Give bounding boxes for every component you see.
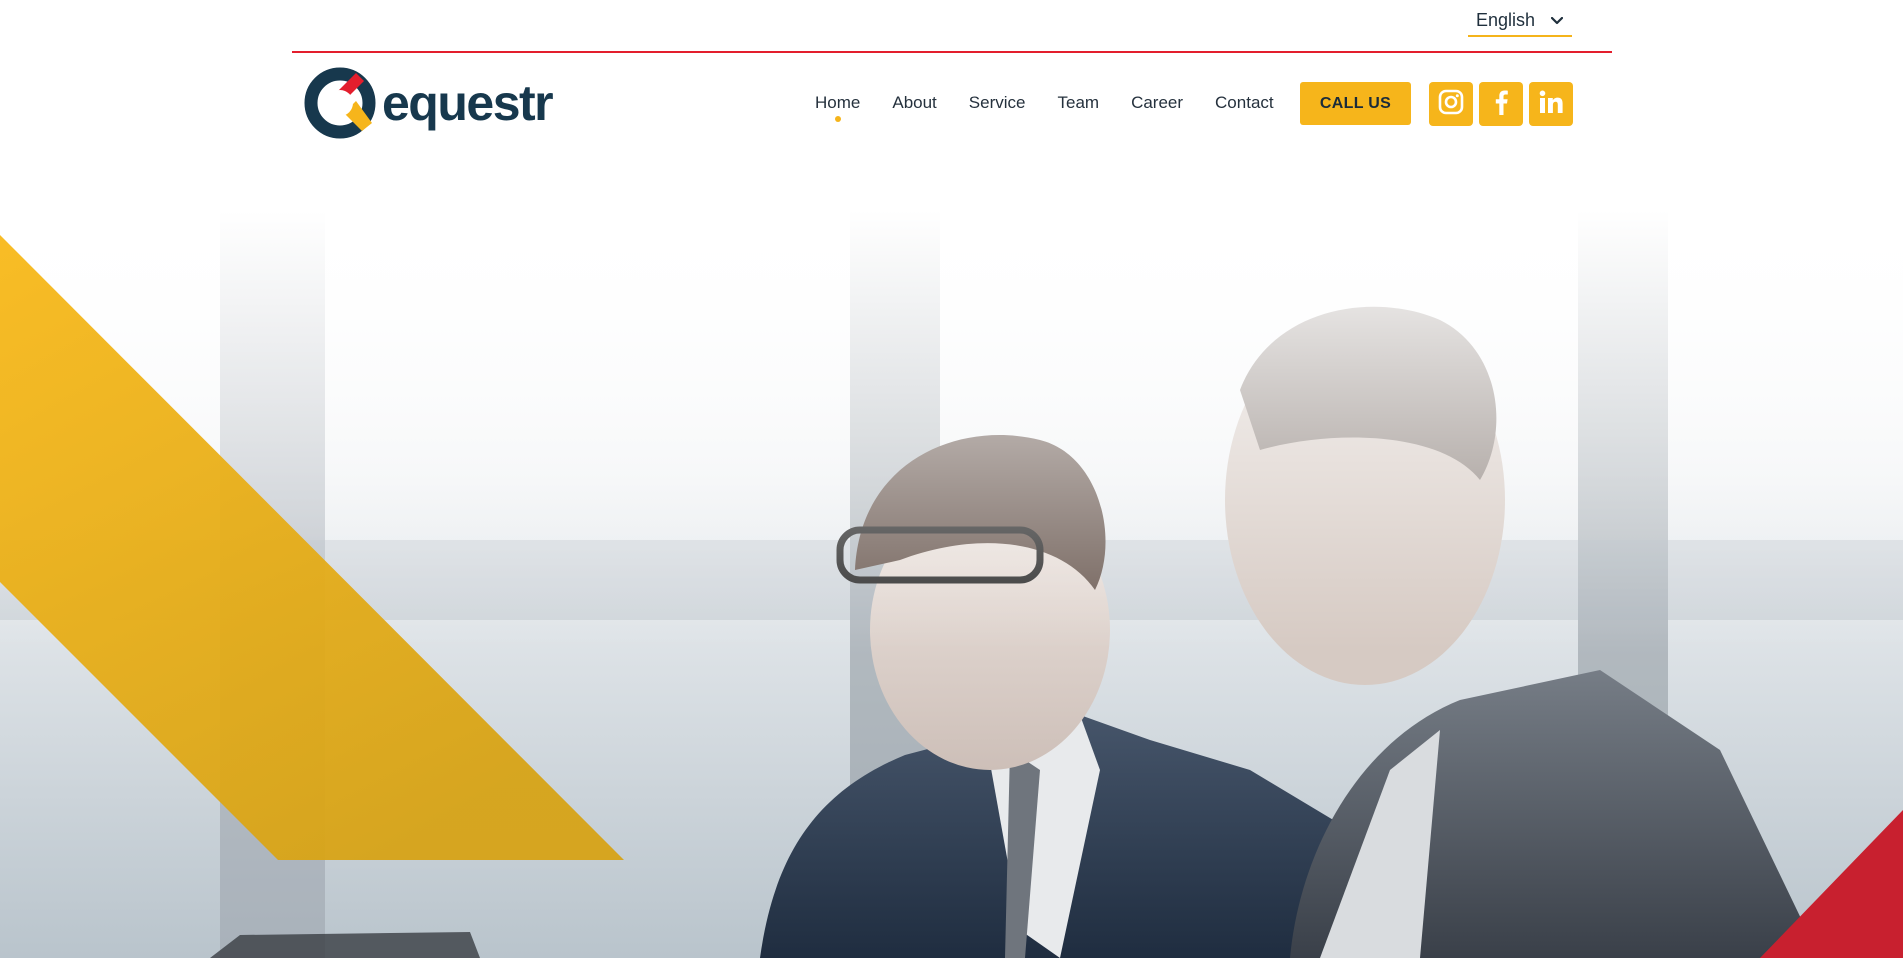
nav-item-label: Contact: [1215, 93, 1274, 112]
site-logo[interactable]: equestr: [304, 65, 564, 141]
social-links: [1429, 82, 1573, 126]
nav-item-label: About: [892, 93, 937, 112]
two-businessmen-photo: [0, 210, 1903, 958]
facebook-button[interactable]: [1479, 82, 1523, 126]
nav-item-team[interactable]: Team: [1041, 53, 1115, 153]
nav-item-label: Team: [1057, 93, 1100, 112]
language-select-value: English: [1476, 10, 1536, 30]
nav-item-career[interactable]: Career: [1115, 53, 1199, 153]
linkedin-button[interactable]: [1529, 82, 1573, 126]
facebook-icon: [1493, 89, 1509, 120]
logo-wordmark: equestr: [382, 75, 554, 131]
instagram-button[interactable]: [1429, 82, 1473, 126]
linkedin-icon: [1538, 89, 1564, 120]
nav-item-service[interactable]: Service: [953, 53, 1042, 153]
nav-item-label: Career: [1131, 93, 1184, 112]
call-us-button[interactable]: CALL US: [1300, 82, 1411, 125]
nav-item-label: Home: [815, 93, 861, 112]
instagram-icon: [1438, 89, 1464, 120]
language-select[interactable]: English: [1468, 6, 1572, 37]
equestr-q-logo-icon: [304, 65, 380, 141]
site-header: equestr Home About Service Team Career C…: [292, 53, 1612, 153]
nav-item-contact[interactable]: Contact: [1199, 53, 1290, 153]
nav-item-about[interactable]: About: [876, 53, 952, 153]
main-nav: Home About Service Team Career Contact: [799, 53, 1290, 153]
chevron-down-icon: [1550, 14, 1564, 28]
hero-banner: [0, 210, 1903, 958]
nav-item-label: Service: [968, 93, 1026, 112]
nav-item-home[interactable]: Home: [799, 53, 876, 153]
top-bar: English: [292, 0, 1612, 53]
